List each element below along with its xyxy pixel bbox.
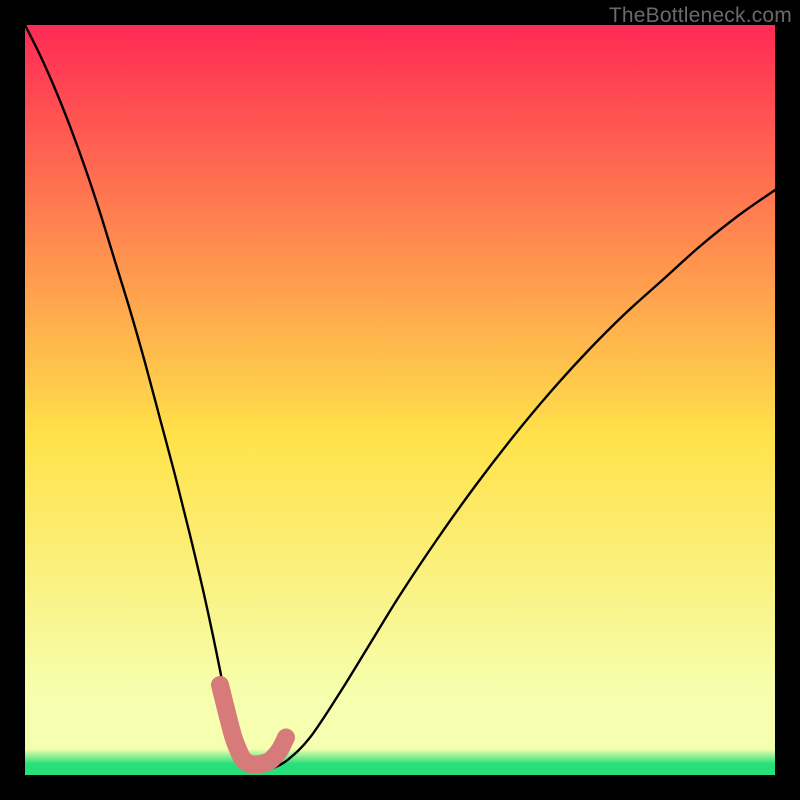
chart-frame: TheBottleneck.com: [0, 0, 800, 800]
gradient-background: [25, 25, 775, 775]
plot-area: [25, 25, 775, 775]
bottleneck-chart: [25, 25, 775, 775]
